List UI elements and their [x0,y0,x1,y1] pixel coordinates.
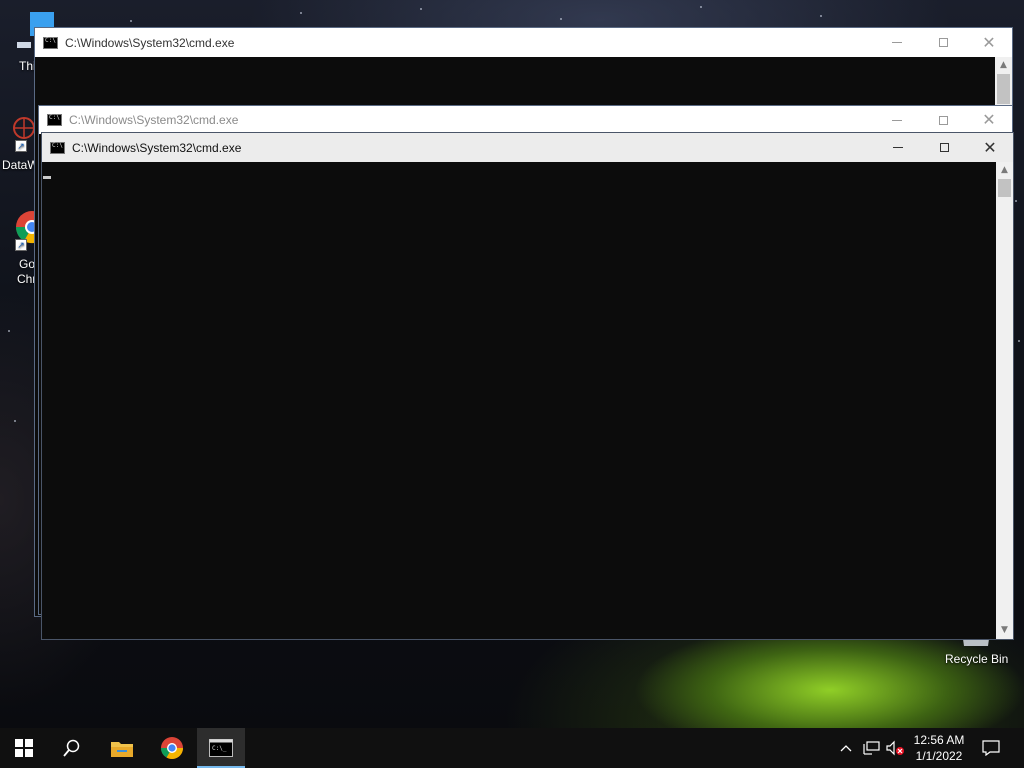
maximize-button[interactable] [920,28,966,57]
chrome-icon [161,737,183,759]
volume-tray-button[interactable] [884,728,906,768]
taskbar-file-explorer[interactable] [98,728,146,768]
notification-icon [982,740,1000,756]
cmd-icon [47,114,62,126]
cmd-icon [43,36,58,49]
close-button[interactable]: ✕ [967,133,1013,162]
network-tray-button[interactable] [860,728,882,768]
close-icon: ✕ [982,110,996,129]
start-button[interactable] [0,728,48,768]
close-icon: ✕ [983,137,997,157]
search-icon [63,739,80,757]
vertical-scrollbar[interactable]: ▲ [995,57,1012,105]
minimize-icon [892,42,902,43]
cmd-icon: C:\_ [209,739,233,757]
window-titlebar[interactable]: C:\Windows\System32\cmd.exe ✕ [42,133,1013,162]
maximize-icon [938,38,948,47]
maximize-button[interactable] [921,133,967,162]
volume-muted-icon [886,740,904,756]
minimize-icon [892,119,902,121]
start-icon [15,739,33,757]
svg-text:C:\_: C:\_ [212,745,227,752]
desktop-icon-label: Go [19,257,36,271]
show-hidden-icons-button[interactable] [836,728,856,768]
action-center-button[interactable] [978,728,1004,768]
minimize-button[interactable] [874,28,920,57]
taskbar-chrome[interactable] [148,728,196,768]
scroll-down-arrow-icon[interactable]: ▼ [996,622,1013,639]
maximize-icon [938,115,948,125]
network-icon [863,741,880,755]
cmd-icon [50,141,65,154]
scroll-up-arrow-icon[interactable]: ▲ [996,162,1013,179]
scroll-thumb[interactable] [997,74,1010,104]
file-explorer-icon [111,742,133,757]
scroll-up-arrow-icon[interactable]: ▲ [995,57,1012,74]
window-titlebar[interactable]: C:\Windows\System32\cmd.exe ✕ [35,28,1012,57]
window-titlebar[interactable]: C:\Windows\System32\cmd.exe ✕ [39,106,1012,134]
close-icon: ✕ [982,32,996,52]
window-title: C:\Windows\System32\cmd.exe [69,113,239,127]
scroll-thumb[interactable] [998,179,1011,197]
minimize-icon [893,147,903,148]
console-area[interactable] [42,162,996,639]
maximize-icon [939,143,949,152]
close-button[interactable]: ✕ [966,28,1012,57]
desktop-icon-label: Recycle Bin [945,652,1009,666]
taskbar-clock[interactable]: 12:56 AM 1/1/2022 [904,728,974,768]
text-cursor [43,176,51,179]
cmd-window-front[interactable]: C:\Windows\System32\cmd.exe ✕ ▲ ▼ [41,132,1014,640]
close-button[interactable]: ✕ [966,106,1012,134]
minimize-button[interactable] [875,133,921,162]
taskbar: C:\_ 12:56 AM 1/1/2022 [0,728,1024,768]
maximize-button[interactable] [920,106,966,134]
search-button[interactable] [48,728,96,768]
clock-date: 1/1/2022 [915,749,963,763]
window-title: C:\Windows\System32\cmd.exe [72,140,242,155]
minimize-button[interactable] [874,106,920,134]
clock-time: 12:56 AM [913,733,965,747]
window-title: C:\Windows\System32\cmd.exe [65,35,235,50]
taskbar-cmd[interactable]: C:\_ [197,728,245,768]
chevron-up-icon [840,745,852,752]
shortcut-arrow-icon: ↗ [15,140,27,152]
vertical-scrollbar[interactable]: ▲ ▼ [996,162,1013,639]
shortcut-arrow-icon: ↗ [15,239,27,251]
